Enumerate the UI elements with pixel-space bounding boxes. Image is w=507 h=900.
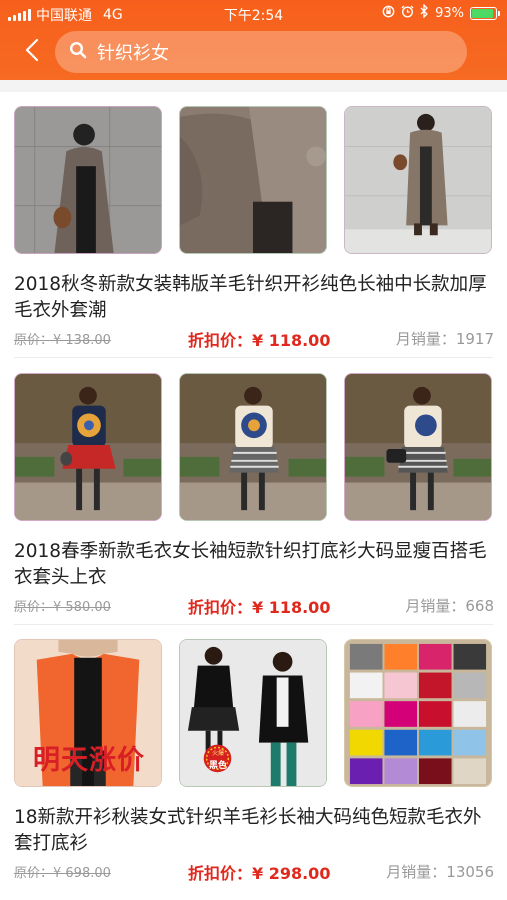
product-divider	[14, 357, 493, 358]
color-swatch	[418, 758, 452, 785]
product-title[interactable]: 2018秋冬新款女装韩版羊毛针织开衫纯色长袖中长款加厚毛衣外套潮	[14, 272, 496, 324]
product-card[interactable]: 明天涨价 火爆 黑色 18新款开衫秋装女式针织羊毛衫长袖大码纯色短款毛衣外套打底…	[0, 639, 507, 889]
battery-icon	[470, 6, 500, 20]
color-swatch	[418, 701, 452, 727]
chevron-left-icon	[25, 38, 39, 66]
color-swatch	[453, 672, 487, 699]
color-swatch	[349, 701, 383, 727]
product-thumbnail[interactable]	[344, 106, 492, 254]
color-badge-text: 黑色	[208, 761, 227, 771]
lock-rotation-icon	[382, 5, 395, 22]
image-caption: 明天涨价	[33, 745, 145, 776]
app-header: 中国联通 4G 下午2:54 93% 针织衫女	[0, 0, 507, 80]
product-divider	[14, 624, 493, 625]
discount-price: 折扣价：¥ 118.00	[188, 598, 331, 617]
product-card[interactable]: 2018秋冬新款女装韩版羊毛针织开衫纯色长袖中长款加厚毛衣外套潮 原价：¥ 13…	[0, 106, 507, 356]
product-thumbnail[interactable]	[344, 639, 492, 787]
color-swatch	[453, 729, 487, 756]
monthly-sales: 月销量：668	[405, 597, 494, 615]
back-button[interactable]	[14, 34, 50, 70]
status-bar: 中国联通 4G 下午2:54 93%	[0, 0, 507, 28]
color-swatch	[418, 643, 452, 670]
price-row: 原价：¥ 580.00 折扣价：¥ 118.00 月销量：668	[14, 595, 494, 617]
product-thumbnail[interactable]	[14, 373, 162, 521]
magnifier-icon	[69, 41, 87, 63]
search-bar[interactable]: 针织衫女	[55, 31, 467, 73]
color-swatch	[453, 643, 487, 670]
product-card[interactable]: 2018春季新款毛衣女长袖短款针织打底衫大码显瘦百搭毛衣套头上衣 原价：¥ 58…	[0, 373, 507, 623]
alarm-icon	[401, 5, 414, 22]
color-swatch	[418, 672, 452, 699]
color-swatch	[384, 729, 418, 756]
color-swatch	[349, 758, 383, 785]
color-swatch	[384, 701, 418, 727]
product-thumbnails: 明天涨价 火爆 黑色	[14, 639, 494, 787]
badge-top-text: 火爆	[211, 750, 224, 757]
color-swatch	[453, 701, 487, 727]
color-swatch	[384, 643, 418, 670]
discount-price: 折扣价：¥ 298.00	[188, 864, 331, 883]
product-title[interactable]: 2018春季新款毛衣女长袖短款针织打底衫大码显瘦百搭毛衣套头上衣	[14, 539, 496, 591]
search-query[interactable]: 针织衫女	[97, 39, 169, 65]
product-thumbnail[interactable]: 火爆 黑色	[179, 639, 327, 787]
monthly-sales: 月销量：13056	[386, 863, 494, 881]
product-thumbnail[interactable]	[179, 106, 327, 254]
original-price: 原价：¥ 138.00	[14, 333, 111, 348]
original-price: 原价：¥ 698.00	[14, 866, 111, 881]
color-swatch	[418, 729, 452, 756]
color-swatch	[349, 729, 383, 756]
discount-price: 折扣价：¥ 118.00	[188, 331, 331, 350]
product-title[interactable]: 18新款开衫秋装女式针织羊毛衫长袖大码纯色短款毛衣外套打底衫	[14, 805, 496, 857]
status-right: 93%	[382, 3, 500, 22]
product-thumbnails	[14, 106, 494, 254]
monthly-sales: 月销量：1917	[395, 330, 494, 348]
price-row: 原价：¥ 698.00 折扣价：¥ 298.00 月销量：13056	[14, 861, 494, 883]
bluetooth-icon	[420, 3, 429, 22]
color-swatch	[453, 758, 487, 785]
product-thumbnail[interactable]	[344, 373, 492, 521]
header-divider	[0, 80, 507, 92]
original-price: 原价：¥ 580.00	[14, 600, 111, 615]
color-swatch	[349, 643, 383, 670]
color-swatch	[384, 672, 418, 699]
product-thumbnails	[14, 373, 494, 521]
price-row: 原价：¥ 138.00 折扣价：¥ 118.00 月销量：1917	[14, 328, 494, 350]
color-swatch	[349, 672, 383, 699]
color-swatch	[384, 758, 418, 785]
battery-percent: 93%	[435, 5, 464, 21]
product-thumbnail[interactable]	[14, 106, 162, 254]
product-thumbnail[interactable]: 明天涨价	[14, 639, 162, 787]
product-thumbnail[interactable]	[179, 373, 327, 521]
